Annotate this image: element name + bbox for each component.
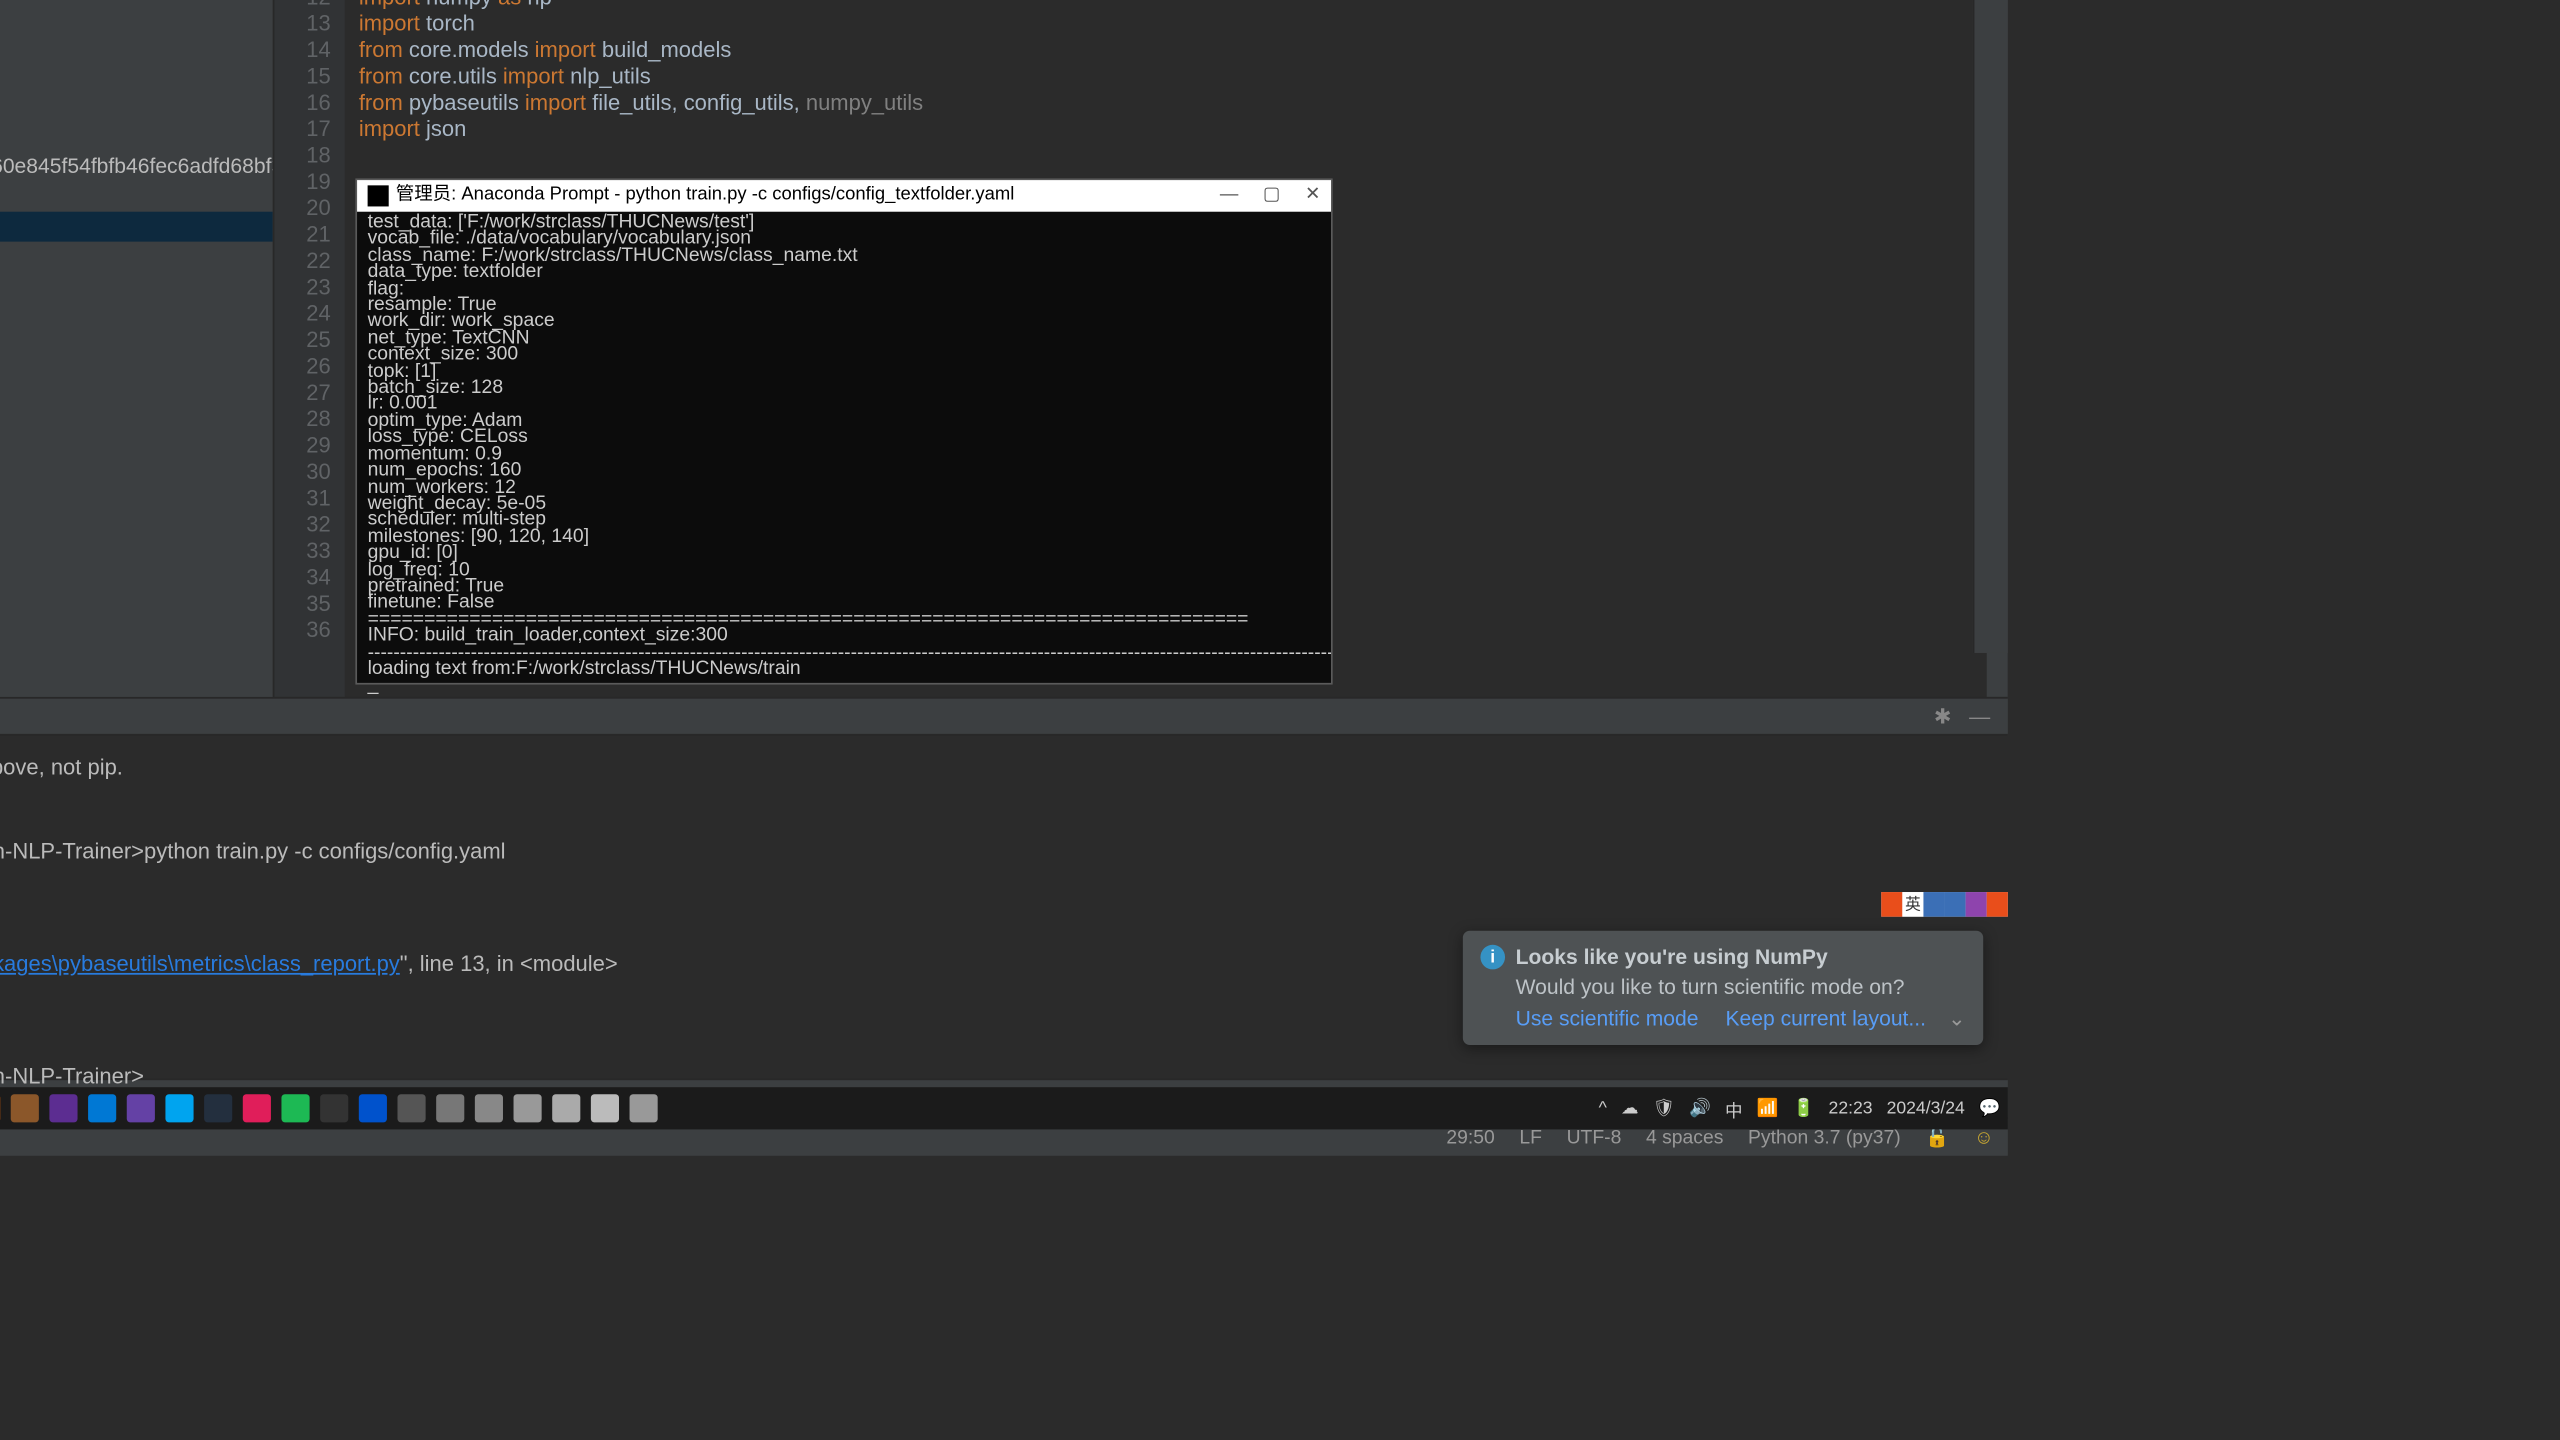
taskbar-app-icon[interactable] [11, 1094, 39, 1122]
scientific-mode-link[interactable]: Use scientific mode [1516, 1006, 1699, 1031]
tree-item[interactable]: vocabulary.json [0, 331, 273, 361]
cmd-output[interactable]: test_data: ['F:/work/strclass/THUCNews/t… [357, 212, 1331, 699]
cmd-close-icon[interactable]: ✕ [1305, 188, 1320, 205]
cmd-titlebar[interactable]: 管理员: Anaconda Prompt - python train.py -… [357, 180, 1331, 212]
tree-item[interactable]: classifier.sh [0, 511, 273, 541]
encoding[interactable]: UTF-8 [1567, 1127, 1622, 1148]
tree-item[interactable]: train.log [0, 182, 273, 212]
interpreter[interactable]: Python 3.7 (py37) [1748, 1127, 1901, 1148]
taskbar-app-icon[interactable] [320, 1094, 348, 1122]
tree-item[interactable]: latest_model_159_0.8714.pth [0, 242, 273, 272]
tree-item[interactable]: train.py [0, 630, 273, 660]
taskbar-apps [0, 1094, 658, 1122]
line-sep[interactable]: LF [1519, 1127, 1542, 1148]
system-tray[interactable]: ^☁🛡🔊中📶🔋 22:23 2024/3/24 💬 [1599, 1095, 2001, 1121]
tree-item[interactable]: ▼work_space [0, 3, 273, 33]
cmd-minimize-icon[interactable]: — [1220, 188, 1238, 205]
taskbar-app-icon[interactable] [165, 1094, 193, 1122]
tree-item[interactable]: README.md [0, 570, 273, 600]
windows-taskbar: ⌕ 搜索 ^☁🛡🔊中📶🔋 22:23 2024/3/24 💬 [0, 1087, 2008, 1129]
taskbar-app-icon[interactable] [88, 1094, 116, 1122]
taskbar-app-icon[interactable] [49, 1094, 77, 1122]
taskbar-app-icon[interactable] [436, 1094, 464, 1122]
tree-item[interactable]: ▶train-accuracy [0, 122, 273, 152]
tree-item[interactable]: ▶test-accuracy [0, 92, 273, 122]
keep-layout-link[interactable]: Keep current layout... [1725, 1006, 1926, 1031]
taskbar-app-icon[interactable] [591, 1094, 619, 1122]
taskbar-app-icon[interactable] [243, 1094, 271, 1122]
anaconda-prompt-window[interactable]: 管理员: Anaconda Prompt - python train.py -… [355, 178, 1332, 684]
cmd-maximize-icon[interactable]: ▢ [1263, 188, 1280, 205]
tree-item[interactable]: ▼model [0, 212, 273, 242]
cmd-icon [368, 185, 389, 206]
numpy-notification: i Looks like you're using NumPy Would you… [1463, 931, 1983, 1045]
tree-item[interactable]: ▼TextCNN_CELoss_20221226114529 [0, 32, 273, 62]
terminal-header: Terminal: Local (8)✕ Local✕ Local (2)✕ +… [0, 697, 2008, 736]
indent[interactable]: 4 spaces [1646, 1127, 1723, 1148]
tree-item[interactable]: 0.8.1 [0, 421, 273, 451]
taskbar-app-icon[interactable] [552, 1094, 580, 1122]
terminal-hide-icon[interactable]: — [1969, 704, 1990, 729]
line-gutter: 8910111213141516171819202122232425262728… [274, 0, 344, 697]
taskbar-app-icon[interactable] [359, 1094, 387, 1122]
taskbar-app-icon[interactable] [475, 1094, 503, 1122]
tree-item[interactable]: config_textfolder.yaml [0, 271, 273, 301]
info-icon: i [1480, 945, 1505, 970]
taskbar-app-icon[interactable] [630, 1094, 658, 1122]
tree-item[interactable]: setup_config.yaml [0, 301, 273, 331]
ime-toolbar[interactable]: 英 [1881, 892, 2008, 917]
notif-title: Looks like you're using NumPy [1516, 945, 1828, 970]
notif-body: Would you like to turn scientific mode o… [1516, 975, 1966, 1000]
tree-item[interactable]: events.out.tfevents.1672027642.plx-032f6… [0, 152, 273, 182]
right-tool-strip: Database [1973, 0, 2008, 653]
project-panel: ▤ Project ▾ ⊕ ⇵ ✱ — ▼PyTorch-NLP-Trainer… [0, 0, 274, 697]
tree-item[interactable]: ▶TextCNN_CELoss_20240324215005 [0, 391, 273, 421]
notif-expand-icon[interactable]: ⌄ [1948, 1006, 1966, 1031]
tree-item[interactable]: classifier.py [0, 481, 273, 511]
tree-item[interactable]: ▼log [0, 62, 273, 92]
taskbar-app-icon[interactable] [397, 1094, 425, 1122]
caret-position[interactable]: 29:50 [1446, 1127, 1494, 1148]
taskbar-app-icon[interactable] [281, 1094, 309, 1122]
inspect-icon[interactable]: ☺ [1974, 1127, 1994, 1148]
tree-item[interactable]: LICENCE [0, 540, 273, 570]
terminal-settings-icon[interactable]: ✱ [1934, 704, 1952, 729]
project-tree[interactable]: ▼PyTorch-NLP-TrainerF:\work\strclass\PyT… [0, 0, 273, 697]
taskbar-app-icon[interactable] [514, 1094, 542, 1122]
tree-item[interactable]: requirements.txt [0, 600, 273, 630]
taskbar-app-icon[interactable] [127, 1094, 155, 1122]
tree-item[interactable]: 1.7.0 [0, 451, 273, 481]
traceback-link[interactable]: D:\anaconda\anzhuang\envs\py37\lib\site-… [0, 952, 400, 977]
taskbar-app-icon[interactable] [204, 1094, 232, 1122]
tree-item[interactable]: ▶TextCNN_CELoss_20240324214927 [0, 361, 273, 391]
